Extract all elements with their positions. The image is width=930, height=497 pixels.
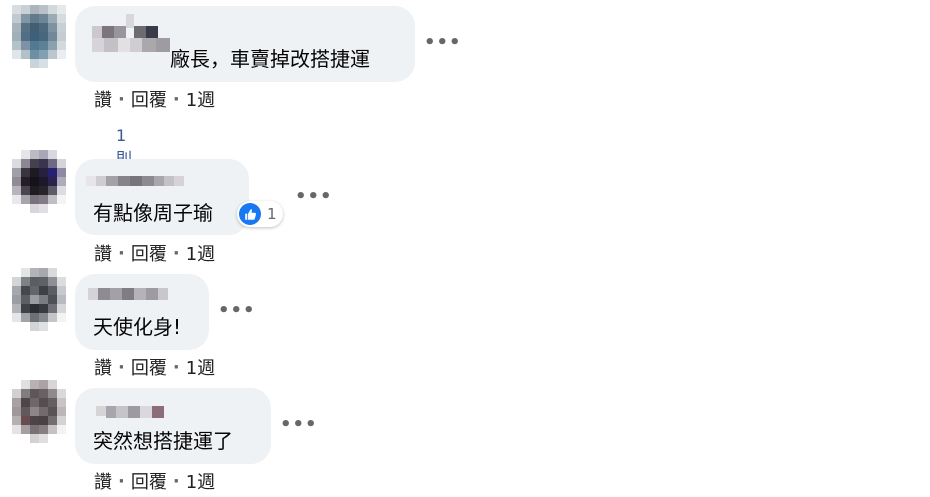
like-link[interactable]: 讚 [94, 354, 112, 380]
separator: · [172, 242, 180, 264]
avatar[interactable] [12, 150, 66, 213]
author-name-blurred[interactable] [96, 396, 164, 418]
avatar[interactable] [12, 380, 66, 443]
reaction-count: 1 [267, 205, 277, 223]
author-name-blurred[interactable] [88, 288, 168, 300]
more-options-icon[interactable]: ••• [424, 34, 462, 52]
more-options-icon[interactable]: ••• [295, 188, 333, 206]
separator: · [118, 242, 125, 264]
author-name-blurred-line2 [92, 38, 170, 52]
reply-link[interactable]: 回覆 [131, 354, 167, 380]
comment-actions: 讚 · 回覆 · 1週 [94, 354, 215, 380]
comment-text: 有點像周子瑜 [93, 201, 213, 225]
author-name-blurred[interactable] [86, 170, 184, 186]
reply-link[interactable]: 回覆 [131, 468, 167, 494]
comment-text: 突然想搭捷運了 [93, 429, 233, 453]
timestamp[interactable]: 1週 [186, 86, 215, 112]
separator: · [172, 470, 180, 492]
avatar[interactable] [12, 5, 66, 68]
like-link[interactable]: 讚 [94, 86, 112, 112]
like-icon [239, 203, 261, 225]
comment-actions: 讚 · 回覆 · 1週 [94, 240, 215, 266]
separator: · [118, 470, 125, 492]
avatar[interactable] [12, 268, 66, 331]
author-name-blurred[interactable] [92, 14, 158, 40]
like-link[interactable]: 讚 [94, 468, 112, 494]
reply-link[interactable]: 回覆 [131, 86, 167, 112]
separator: · [118, 88, 125, 110]
timestamp[interactable]: 1週 [186, 240, 215, 266]
comment-actions: 讚 · 回覆 · 1週 [94, 86, 215, 112]
timestamp[interactable]: 1週 [186, 354, 215, 380]
reactions-badge[interactable]: 1 [237, 201, 283, 227]
more-options-icon[interactable]: ••• [218, 302, 256, 320]
comment-text: 廠長，車賣掉改搭捷運 [170, 47, 370, 71]
comment-actions: 讚 · 回覆 · 1週 [94, 468, 215, 494]
comment-text: 天使化身! [93, 315, 182, 339]
timestamp[interactable]: 1週 [186, 468, 215, 494]
reply-link[interactable]: 回覆 [131, 240, 167, 266]
separator: · [118, 356, 125, 378]
more-options-icon[interactable]: ••• [280, 416, 318, 434]
separator: · [172, 356, 180, 378]
separator: · [172, 88, 180, 110]
like-link[interactable]: 讚 [94, 240, 112, 266]
